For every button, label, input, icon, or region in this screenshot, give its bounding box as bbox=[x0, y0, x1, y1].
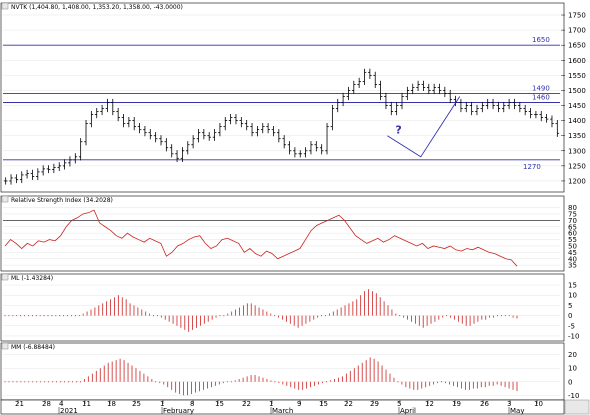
scroll-corner-icon[interactable] bbox=[564, 399, 590, 415]
panel-options-icon[interactable] bbox=[1, 2, 9, 10]
chart-stage: 1200125013001350140014501500155016001650… bbox=[0, 0, 590, 415]
x-day-label: 11 bbox=[82, 400, 91, 408]
y-tick-label: 1750 bbox=[568, 12, 586, 20]
y-tick-label: 10 bbox=[568, 292, 577, 300]
y-tick-label: 1500 bbox=[568, 87, 586, 95]
x-day-label: 15 bbox=[215, 400, 224, 408]
x-month-label: May bbox=[510, 407, 524, 415]
x-day-label: 26 bbox=[480, 400, 489, 408]
y-tick-label: 0 bbox=[568, 312, 572, 320]
level-label: 1460 bbox=[532, 94, 550, 102]
y-tick-label: 15 bbox=[568, 282, 577, 290]
y-tick-label: 1700 bbox=[568, 27, 586, 35]
x-day-label: 21 bbox=[15, 400, 24, 408]
y-tick-label: -5 bbox=[568, 322, 575, 330]
level-label: 1490 bbox=[532, 84, 550, 92]
y-tick-label: 1450 bbox=[568, 102, 586, 110]
x-day-label: 28 bbox=[42, 400, 51, 408]
y-tick-label: 1350 bbox=[568, 132, 586, 140]
y-tick-label: 1600 bbox=[568, 57, 586, 65]
y-tick-label: 5 bbox=[568, 302, 572, 310]
y-tick-label: 80 bbox=[568, 204, 577, 212]
y-tick-label: -10 bbox=[568, 332, 579, 340]
y-tick-label: 1550 bbox=[568, 72, 586, 80]
x-day-label: 22 bbox=[242, 400, 251, 408]
price-panel-title: NVTK (1,404.80, 1,408.00, 1,353.20, 1,35… bbox=[11, 4, 183, 11]
y-tick-label: 1300 bbox=[568, 147, 586, 155]
y-tick-label: 20 bbox=[568, 351, 577, 359]
question-mark: ? bbox=[395, 124, 401, 137]
level-label: 1650 bbox=[532, 36, 550, 44]
x-month-label: April bbox=[400, 407, 416, 415]
x-day-label: 9 bbox=[297, 400, 301, 408]
y-tick-label: -10 bbox=[568, 392, 579, 400]
x-month-label: 2021 bbox=[60, 407, 78, 415]
mm-panel-title: MM (-6.88484) bbox=[11, 344, 55, 351]
y-tick-label: 1650 bbox=[568, 42, 586, 50]
rsi-y-axis: 35404550556065707580 bbox=[568, 204, 577, 270]
panel-options-icon[interactable] bbox=[1, 342, 9, 350]
x-day-label: 25 bbox=[132, 400, 141, 408]
panel-options-icon[interactable] bbox=[1, 195, 9, 203]
x-month-label: February bbox=[163, 407, 194, 415]
rsi-panel-title: Relative Strength Index (34.2028) bbox=[11, 197, 113, 204]
x-month-label: March bbox=[272, 407, 293, 415]
y-tick-label: 0 bbox=[568, 378, 572, 386]
panel-options-icon[interactable] bbox=[1, 273, 9, 281]
level-label: 1270 bbox=[523, 163, 541, 171]
y-tick-label: 1200 bbox=[568, 177, 586, 185]
x-day-label: 22 bbox=[344, 400, 353, 408]
x-day-label: 15 bbox=[319, 400, 328, 408]
y-tick-label: 1400 bbox=[568, 117, 586, 125]
x-day-label: 10 bbox=[534, 400, 543, 408]
ml-panel-title: ML (-1.43284) bbox=[11, 275, 53, 282]
x-day-label: 19 bbox=[452, 400, 461, 408]
x-day-label: 18 bbox=[107, 400, 116, 408]
y-tick-label: 1250 bbox=[568, 162, 586, 170]
x-day-label: 29 bbox=[370, 400, 379, 408]
y-tick-label: 10 bbox=[568, 365, 577, 373]
x-day-label: 12 bbox=[425, 400, 434, 408]
